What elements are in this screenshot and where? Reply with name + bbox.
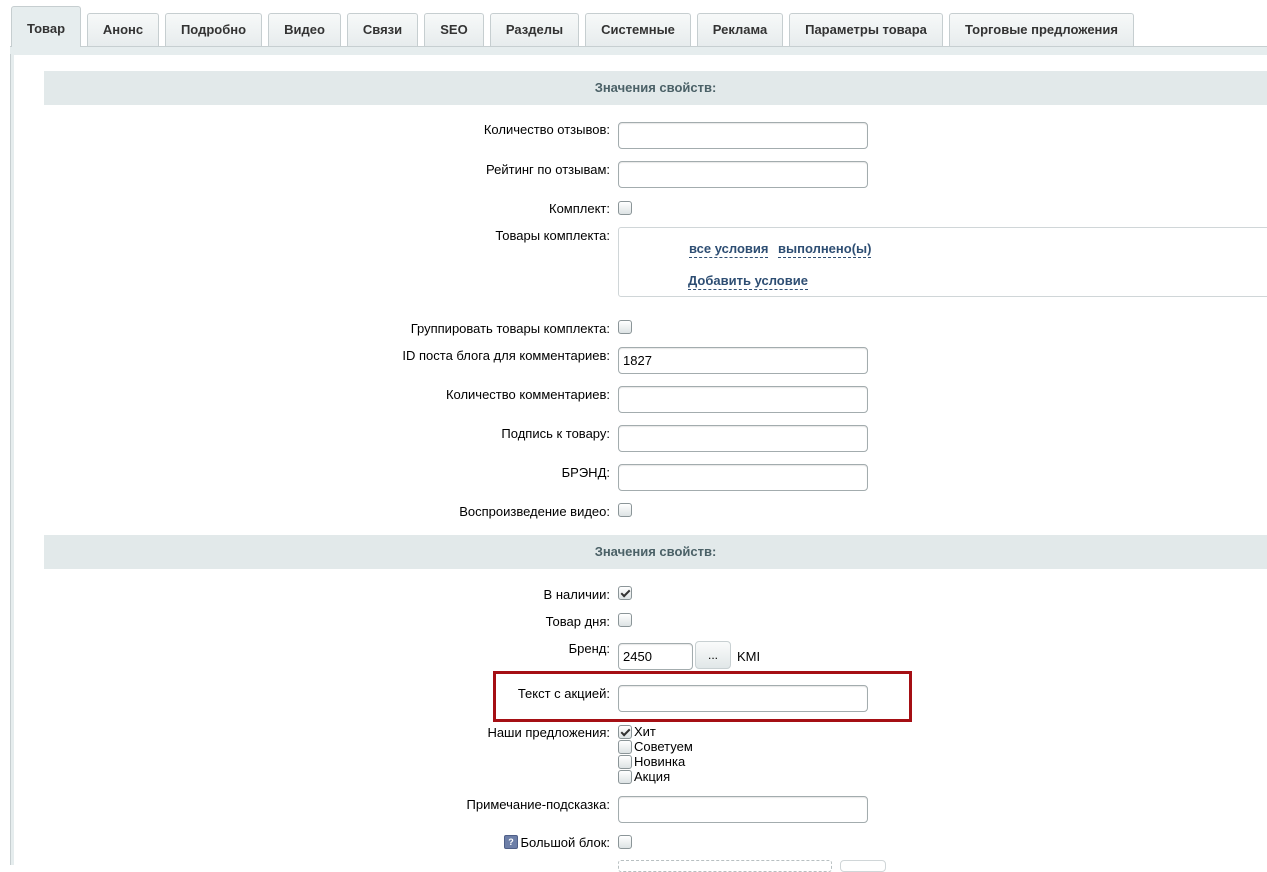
offer-recommend-checkbox[interactable] xyxy=(618,740,632,754)
kit-products-conditions: все условия выполнено(ы) Добавить услови… xyxy=(618,227,1267,297)
promo-text-input[interactable] xyxy=(618,685,868,712)
offer-new-label: Новинка xyxy=(634,754,686,769)
hint-note-input[interactable] xyxy=(618,796,868,823)
reviews-rating-input[interactable] xyxy=(618,161,868,188)
in-stock-label: В наличии: xyxy=(543,587,610,602)
brand-text-label: БРЭНД: xyxy=(561,465,610,480)
tab-links[interactable]: Связи xyxy=(347,13,418,46)
brand-label: Бренд: xyxy=(568,641,610,656)
reviews-rating-label: Рейтинг по отзывам: xyxy=(486,162,610,177)
big-block-checkbox[interactable] xyxy=(618,835,632,849)
tab-announce[interactable]: Анонс xyxy=(87,13,159,46)
section-header-properties-2: Значения свойств: xyxy=(44,535,1267,569)
reviews-count-input[interactable] xyxy=(618,122,868,149)
blog-post-id-label: ID поста блога для комментариев: xyxy=(402,348,610,363)
tab-bar: Товар Анонс Подробно Видео Связи SEO Раз… xyxy=(0,0,1267,55)
promo-text-label: Текст с акцией: xyxy=(517,686,610,701)
kit-products-label: Товары комплекта: xyxy=(495,228,610,243)
fulfilled-conditions-link[interactable]: выполнено(ы) xyxy=(778,241,872,258)
tab-product[interactable]: Товар xyxy=(11,6,81,47)
kit-checkbox[interactable] xyxy=(618,201,632,215)
offers-label: Наши предложения: xyxy=(487,725,610,740)
tab-sections[interactable]: Разделы xyxy=(490,13,579,46)
tab-details[interactable]: Подробно xyxy=(165,13,262,46)
tab-ads[interactable]: Реклама xyxy=(697,13,783,46)
group-kit-checkbox[interactable] xyxy=(618,320,632,334)
tab-trade-offers[interactable]: Торговые предложения xyxy=(949,13,1134,46)
offer-sale-label: Акция xyxy=(634,769,671,784)
offer-hit-checkbox[interactable] xyxy=(618,725,632,739)
tab-system[interactable]: Системные xyxy=(585,13,691,46)
product-of-day-checkbox[interactable] xyxy=(618,613,632,627)
brand-text-input[interactable] xyxy=(618,464,868,491)
section-header-properties: Значения свойств: xyxy=(44,71,1267,105)
kit-label: Комплект: xyxy=(549,201,610,216)
tab-product-params[interactable]: Параметры товара xyxy=(789,13,943,46)
big-block-label: Большой блок: xyxy=(520,835,611,850)
brand-id-input[interactable] xyxy=(618,643,693,670)
offer-sale-checkbox[interactable] xyxy=(618,770,632,784)
tab-seo[interactable]: SEO xyxy=(424,13,484,46)
all-conditions-link[interactable]: все условия xyxy=(689,241,769,258)
tab-video[interactable]: Видео xyxy=(268,13,341,46)
brand-name: KMI xyxy=(737,649,761,664)
offer-new-checkbox[interactable] xyxy=(618,755,632,769)
file-button[interactable] xyxy=(840,860,886,872)
in-stock-checkbox[interactable] xyxy=(618,586,632,600)
product-of-day-label: Товар дня: xyxy=(545,614,610,629)
file-drop-area[interactable] xyxy=(618,860,832,872)
video-play-label: Воспроизведение видео: xyxy=(459,504,610,519)
brand-select-button[interactable]: ... xyxy=(695,641,731,669)
tab-bar-underline xyxy=(10,46,1267,55)
group-kit-label: Группировать товары комплекта: xyxy=(410,321,610,336)
blog-post-id-input[interactable] xyxy=(618,347,868,374)
offer-hit-label: Хит xyxy=(634,724,656,739)
offer-recommend-label: Советуем xyxy=(634,739,693,754)
caption-label: Подпись к товару: xyxy=(501,426,610,441)
reviews-count-label: Количество отзывов: xyxy=(483,122,610,137)
comments-count-label: Количество комментариев: xyxy=(445,387,610,402)
video-play-checkbox[interactable] xyxy=(618,503,632,517)
add-condition-link[interactable]: Добавить условие xyxy=(688,273,808,290)
caption-input[interactable] xyxy=(618,425,868,452)
hint-note-label: Примечание-подсказка: xyxy=(466,797,610,812)
content-frame-left xyxy=(10,54,14,865)
comments-count-input[interactable] xyxy=(618,386,868,413)
